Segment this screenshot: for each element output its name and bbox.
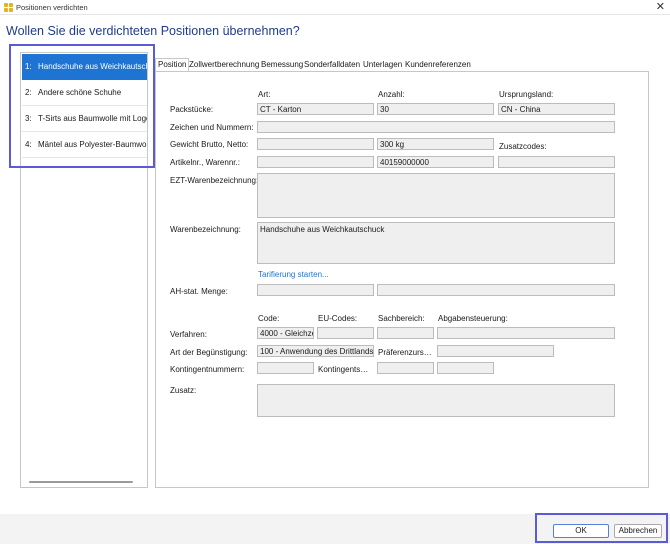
- list-item[interactable]: 3:T-Sirts aus Baumwolle mit Logodruck: [22, 106, 147, 132]
- gewicht-label: Gewicht Brutto, Netto:: [170, 140, 249, 149]
- ah-menge-label: AH-stat. Menge:: [170, 287, 228, 296]
- sachbereich-field[interactable]: [377, 327, 434, 339]
- gewicht-brutto-field[interactable]: [257, 138, 374, 150]
- warenbezeichnung-label: Warenbezeichnung:: [170, 225, 241, 234]
- column-label-art: Art:: [258, 90, 271, 99]
- kontingentsmenge-field-2[interactable]: [437, 362, 494, 374]
- verfahren-code-field[interactable]: 4000 - Gleichzeitige: [257, 327, 314, 339]
- artikelnr-field[interactable]: [257, 156, 374, 168]
- column-label-anzahl: Anzahl:: [378, 90, 405, 99]
- app-icon: [4, 3, 13, 12]
- horizontal-scrollbar[interactable]: [29, 481, 133, 483]
- warenbezeichnung-area[interactable]: Handschuhe aus Weichkautschuck: [257, 222, 615, 264]
- tab-unterlagen[interactable]: Unterlagen: [363, 59, 402, 71]
- title-bar: Positionen verdichten ✕: [0, 0, 670, 15]
- gewicht-netto-field[interactable]: 300 kg: [377, 138, 494, 150]
- tab-kundenreferenzen[interactable]: Kundenreferenzen: [405, 59, 471, 71]
- list-item[interactable]: 2: Andere schöne Schuhe: [22, 80, 147, 106]
- packstuecke-label: Packstücke:: [170, 105, 214, 114]
- verfahren-label: Verfahren:: [170, 330, 207, 339]
- window-title: Positionen verdichten: [16, 3, 88, 12]
- warennr-field[interactable]: 40159000000: [377, 156, 494, 168]
- column-label-sachbereich: Sachbereich:: [378, 314, 425, 323]
- ok-button[interactable]: OK: [553, 524, 609, 538]
- beguenstigung-label: Art der Begünstigung:: [170, 348, 248, 357]
- packstuecke-anzahl-field[interactable]: 30: [377, 103, 494, 115]
- zusatz-label: Zusatz:: [170, 386, 197, 395]
- zeichen-field[interactable]: [257, 121, 615, 133]
- tab-position[interactable]: Position: [155, 58, 190, 71]
- eu-codes-field[interactable]: [317, 327, 374, 339]
- dialog-footer: OK Abbrechen: [0, 514, 670, 544]
- praeferenzursprungsland-field[interactable]: [437, 345, 554, 357]
- tab-sonderfalldaten[interactable]: Sonderfalldaten: [304, 59, 360, 71]
- close-icon[interactable]: ✕: [656, 1, 665, 13]
- kontingentsmenge-label: Kontingentsmenge:: [318, 365, 374, 374]
- praeferenz-label: Präferenzursprungsland:: [378, 348, 434, 357]
- list-item[interactable]: 1:Handschuhe aus Weichkautschuck: [22, 54, 147, 80]
- kontingentnummern-label: Kontingentnummern:: [170, 365, 245, 374]
- column-label-abgabensteuerung: Abgabensteuerung:: [438, 314, 508, 323]
- list-item[interactable]: 4:Mäntel aus Polyester-Baumwollgemisch: [22, 132, 147, 158]
- ah-menge-field-1[interactable]: [257, 284, 374, 296]
- dialog-question: Wollen Sie die verdichteten Positionen ü…: [6, 24, 300, 38]
- ezt-label: EZT-Warenbezeichnung:: [170, 176, 259, 185]
- column-label-code: Code:: [258, 314, 280, 323]
- ursprungsland-field[interactable]: CN - China: [498, 103, 615, 115]
- zusatzcodes-field[interactable]: [498, 156, 615, 168]
- tab-zollwertberechnung[interactable]: Zollwertberechnung: [189, 59, 259, 71]
- tarifierung-link[interactable]: Tarifierung starten...: [258, 270, 329, 279]
- kontingentsmenge-field-1[interactable]: [377, 362, 434, 374]
- zusatz-area[interactable]: [257, 384, 615, 417]
- cancel-button[interactable]: Abbrechen: [614, 524, 662, 538]
- zusatzcodes-label: Zusatzcodes:: [499, 142, 547, 151]
- ah-menge-field-2[interactable]: [377, 284, 615, 296]
- position-tab-panel: Art: Anzahl: Ursprungsland: Packstücke: …: [155, 71, 649, 488]
- positions-list[interactable]: 1:Handschuhe aus Weichkautschuck 2:Ander…: [20, 52, 148, 488]
- column-label-ursprungsland: Ursprungsland:: [499, 90, 554, 99]
- kontingentnummern-field[interactable]: [257, 362, 314, 374]
- ezt-warenbezeichnung-area[interactable]: [257, 173, 615, 218]
- column-label-eu-codes: EU-Codes:: [318, 314, 358, 323]
- zeichen-label: Zeichen und Nummern:: [170, 123, 254, 132]
- tab-bemessung[interactable]: Bemessung: [261, 59, 303, 71]
- abgabensteuerung-field[interactable]: [437, 327, 615, 339]
- packstuecke-art-field[interactable]: CT - Karton: [257, 103, 374, 115]
- beguenstigung-field[interactable]: 100 - Anwendung des Drittlandszolls: [257, 345, 374, 357]
- artikelnr-label: Artikelnr., Warennr.:: [170, 158, 240, 167]
